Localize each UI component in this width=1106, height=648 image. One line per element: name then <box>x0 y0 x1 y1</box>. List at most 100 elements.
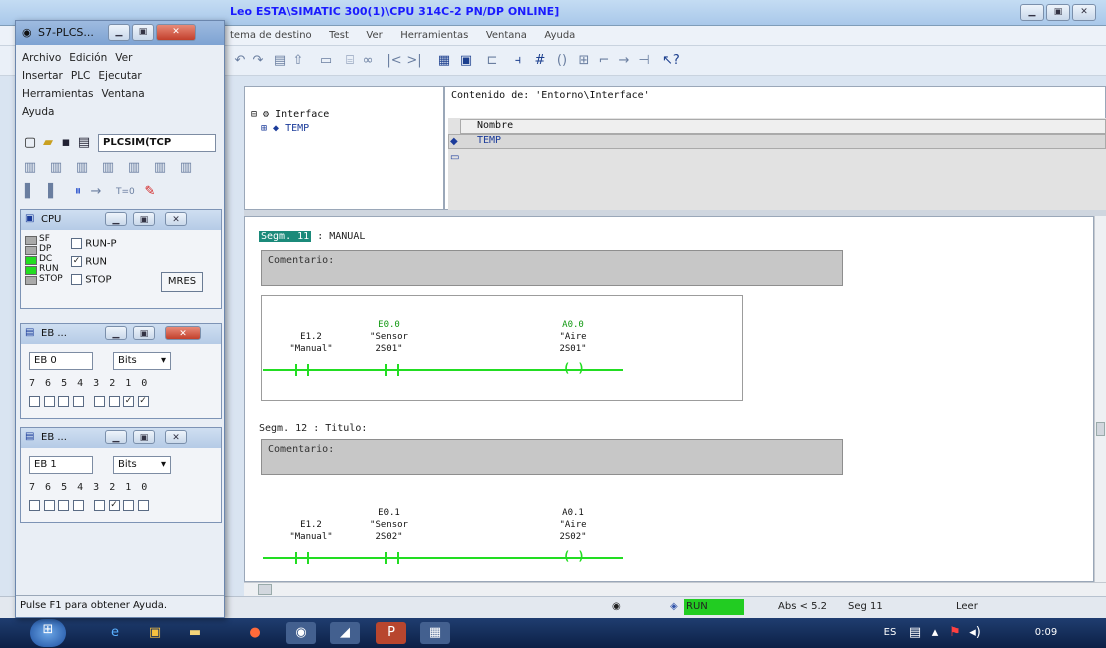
plc-menu-herramientas[interactable]: Herramientas <box>22 88 94 100</box>
details-icon[interactable]: ▣ <box>458 53 474 69</box>
plcsim-close-button[interactable]: ✕ <box>156 24 196 41</box>
runp-checkbox[interactable] <box>71 238 82 249</box>
contact-no-icon[interactable]: ⫞ <box>510 53 526 69</box>
runp-option[interactable]: RUN-P <box>71 238 117 250</box>
menu-ventana[interactable]: Ventana <box>486 26 527 46</box>
plc-menu-ventana[interactable]: Ventana <box>102 88 145 100</box>
scroll-thumb[interactable] <box>1096 422 1105 436</box>
menu-ver[interactable]: Ver <box>366 26 382 46</box>
new-icon[interactable]: ▢ <box>22 135 38 151</box>
block-icon[interactable]: ▤ <box>272 53 288 69</box>
tree-child[interactable]: ⊞ ◆ TEMP <box>261 123 309 134</box>
open-branch-icon[interactable]: ⌐ <box>596 53 612 69</box>
pin-icon[interactable]: ✎ <box>142 184 158 200</box>
help-icon[interactable]: ↖? <box>662 53 680 69</box>
plcsim-maximize-button[interactable]: ▣ <box>132 24 154 41</box>
flag-icon[interactable]: ⚑ <box>946 622 964 644</box>
branch-icon[interactable]: ⊏ <box>484 53 500 69</box>
lang-indicator[interactable]: ES <box>880 622 900 644</box>
insert-output-icon[interactable]: ▥ <box>48 160 64 176</box>
continuous-icon[interactable]: ▐ <box>40 184 56 200</box>
eb1-bit3[interactable] <box>94 499 105 511</box>
eb0-bit7[interactable] <box>29 395 40 407</box>
column-nombre[interactable]: Nombre <box>460 119 1106 134</box>
cpu-close-button[interactable]: ✕ <box>165 212 187 226</box>
coil-icon[interactable]: () <box>554 53 570 69</box>
step-icon[interactable]: → <box>88 184 104 200</box>
plc-menu-ejecutar[interactable]: Ejecutar <box>98 70 141 82</box>
ppt-task-icon[interactable]: P <box>376 622 406 644</box>
insert-input-icon[interactable]: ▥ <box>22 160 38 176</box>
eb0-bit4[interactable] <box>72 395 84 407</box>
eb1-minimize-button[interactable]: ▁ <box>105 430 127 444</box>
menu-ayuda[interactable]: Ayuda <box>544 26 575 46</box>
eb0-bit2[interactable] <box>108 395 120 407</box>
close-branch-icon[interactable]: → <box>616 53 632 69</box>
upload-icon[interactable]: ⇧ <box>290 53 306 69</box>
plc-menu-ayuda[interactable]: Ayuda <box>22 106 54 118</box>
stop-option[interactable]: STOP <box>71 274 112 286</box>
stop-checkbox[interactable] <box>71 274 82 285</box>
eb0-bit6[interactable] <box>43 395 55 407</box>
insert-stack-icon[interactable]: ▥ <box>178 160 194 176</box>
save-icon[interactable]: ▪ <box>58 135 74 151</box>
eb1-bit7[interactable] <box>29 499 40 511</box>
plc-menu-insertar[interactable]: Insertar <box>22 70 63 82</box>
eb0-bit0[interactable]: ✓ <box>137 395 149 407</box>
coil-11[interactable]: ( ) <box>563 361 585 375</box>
close-button[interactable]: ✕ <box>1072 4 1096 21</box>
eb0-maximize-button[interactable]: ▣ <box>133 326 155 340</box>
eb1-close-button[interactable]: ✕ <box>165 430 187 444</box>
step7-task-icon[interactable]: ▦ <box>420 622 450 644</box>
list-row-temp[interactable]: TEMP <box>448 134 1106 149</box>
run-option[interactable]: ✓ RUN <box>71 256 107 268</box>
eb1-address-input[interactable]: EB 1 <box>29 456 93 474</box>
plcsim-minimize-button[interactable]: ▁ <box>108 24 130 41</box>
box-icon[interactable]: ⊞ <box>576 53 592 69</box>
menu-test[interactable]: Test <box>329 26 349 46</box>
horizontal-scrollbar[interactable] <box>244 582 1106 596</box>
hscroll-thumb[interactable] <box>258 584 272 595</box>
connect-icon[interactable]: ⊣ <box>636 53 652 69</box>
timer-icon[interactable]: T=0 <box>116 184 135 200</box>
chrome-icon[interactable]: ● <box>240 622 270 644</box>
connection-select[interactable]: PLCSIM(TCP <box>98 134 216 152</box>
vertical-scrollbar[interactable] <box>1094 216 1106 582</box>
contact-nc-icon[interactable]: # <box>532 53 548 69</box>
segment-11-comment[interactable]: Comentario: <box>261 250 843 286</box>
overview-icon[interactable]: ▦ <box>436 53 452 69</box>
insert-counter-icon[interactable]: ▥ <box>126 160 142 176</box>
eb1-maximize-button[interactable]: ▣ <box>133 430 155 444</box>
eb0-bit5[interactable] <box>58 395 69 407</box>
pause-icon[interactable]: ⏸ <box>70 184 86 200</box>
network-icon[interactable]: ⌸ <box>342 53 358 69</box>
tree-root[interactable]: ⊟ ⚙ Interface <box>251 109 329 120</box>
eb0-bit1[interactable]: ✓ <box>123 395 134 407</box>
monitor-icon[interactable]: ∞ <box>360 53 376 69</box>
eb1-bit6[interactable] <box>43 499 55 511</box>
insert-timer-icon[interactable]: ▥ <box>100 160 116 176</box>
eb1-format-select[interactable]: Bits ▾ <box>113 456 171 474</box>
menu-herramientas[interactable]: Herramientas <box>400 26 468 46</box>
start-icon[interactable]: ⊞ <box>30 619 66 647</box>
run-checkbox[interactable]: ✓ <box>71 256 82 267</box>
undo-icon[interactable]: ↶ <box>232 53 248 69</box>
network-tray-icon[interactable]: ▤ <box>906 622 924 644</box>
back-icon[interactable]: |< <box>386 53 402 69</box>
plc-menu-archivo[interactable]: Archivo <box>22 52 61 64</box>
eb1-bit0[interactable] <box>137 499 149 511</box>
segment-11-title[interactable]: Segm. 11 : MANUAL <box>259 231 365 242</box>
segment-12-title[interactable]: Segm. 12 : Titulo: <box>259 423 367 434</box>
media-icon[interactable]: ▣ <box>140 622 170 644</box>
volume-icon[interactable]: ◂) <box>966 622 984 644</box>
forward-icon[interactable]: >| <box>406 53 422 69</box>
menu-sistema[interactable]: tema de destino <box>230 26 312 46</box>
eb0-close-button[interactable]: ✕ <box>165 326 201 340</box>
eb1-bit5[interactable] <box>58 499 69 511</box>
eb1-bit4[interactable] <box>72 499 84 511</box>
window-icon[interactable]: ▭ <box>318 53 334 69</box>
eb1-bit2[interactable]: ✓ <box>108 499 120 511</box>
coil-12[interactable]: ( ) <box>563 549 585 563</box>
open-icon[interactable]: ▰ <box>40 135 56 151</box>
folder-icon[interactable]: ▬ <box>180 622 210 644</box>
